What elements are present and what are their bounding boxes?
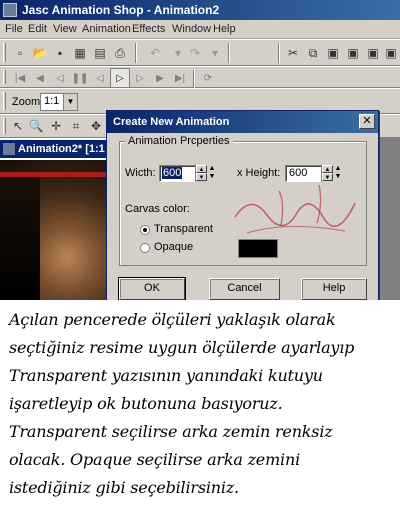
playback-toolbar: |◀ ◀ ◁ ❚❚ ◁ ▷ ▷ ▶ ▶| ⟳ [0, 66, 400, 90]
ok-button[interactable]: OK [118, 277, 186, 301]
opaque-label[interactable]: Opaque [154, 241, 193, 253]
open-icon[interactable]: 📂 [30, 43, 50, 63]
play-back-icon[interactable]: ◁ [90, 68, 110, 88]
toolbar-grip[interactable] [3, 118, 6, 134]
zoom-select[interactable]: 1:1 ▼ [40, 93, 78, 111]
toolbar-grip[interactable] [3, 70, 6, 84]
step-back-icon[interactable]: ◁ [50, 68, 70, 88]
toolbar-separator [278, 43, 280, 63]
play-icon[interactable]: ▷ [110, 68, 130, 88]
pause-icon[interactable]: ❚❚ [70, 68, 90, 88]
move-icon[interactable]: ✥ [86, 116, 106, 136]
menu-view[interactable]: View [53, 23, 77, 35]
create-new-animation-dialog: Create New Animation ✕ Animation Prcpert… [106, 110, 379, 305]
dialog-title-bar[interactable]: Create New Animation ✕ [107, 111, 378, 133]
toolbar-separator [228, 43, 230, 63]
document-icon [3, 143, 15, 155]
signature-watermark [234, 184, 356, 234]
close-button[interactable]: ✕ [359, 114, 375, 129]
zoom-icon[interactable]: 🔍 [26, 116, 46, 136]
document-canvas[interactable] [0, 160, 122, 300]
crop-icon[interactable]: ⌗ [66, 116, 86, 136]
mover-icon[interactable]: ✛ [46, 116, 66, 136]
copy-icon[interactable]: ⧉ [303, 43, 323, 63]
step-forward-icon[interactable]: ▷ [130, 68, 150, 88]
paste-before-icon[interactable]: ▣ [381, 43, 400, 63]
menu-window[interactable]: Window [172, 23, 211, 35]
caption-line: seçtiğiniz resime uygun ölçülerde ayarla… [9, 338, 355, 357]
prev-frame-icon[interactable]: ◀ [30, 68, 50, 88]
transparent-label[interactable]: Transparent [154, 223, 213, 235]
zoom-value: 1:1 [44, 95, 60, 107]
zoom-label: Zoom: [12, 96, 44, 108]
group-label: Animation Prcperties [125, 135, 233, 147]
toolbar-separator [193, 70, 195, 90]
app-title-bar: Jasc Animation Shop - Animation2 [0, 0, 400, 20]
dialog-title: Create New Animation [113, 116, 230, 128]
undo-icon[interactable]: ↶ [145, 43, 165, 63]
document-window[interactable]: Animation2* [1:1 [0, 138, 122, 300]
frames-icon[interactable]: ▤ [90, 43, 110, 63]
toolbar-grip[interactable] [3, 92, 6, 110]
menu-bar: File Edit View Animation Effects Window … [0, 20, 400, 39]
menu-edit[interactable]: Edit [28, 23, 47, 35]
paste-icon[interactable]: ▣ [323, 43, 343, 63]
paste-into-icon[interactable]: ▣ [363, 43, 383, 63]
help-button[interactable]: Help [301, 278, 367, 300]
caption-line: işaretleyip ok butonuna basıyoruz. [9, 394, 283, 413]
chevron-down-icon[interactable]: ▾ [205, 43, 225, 63]
paste-as-frames-icon[interactable]: ▣ [343, 43, 363, 63]
save-icon[interactable]: ▪ [50, 43, 70, 63]
width-value: 600 [162, 167, 183, 179]
menu-animation[interactable]: Animation [82, 23, 131, 35]
tutorial-caption: Açılan pencerede ölçüleri yaklaşık olara… [0, 300, 400, 515]
menu-file[interactable]: File [5, 23, 23, 35]
last-frame-icon[interactable]: ▶| [170, 68, 190, 88]
cancel-button[interactable]: Cancel [209, 278, 280, 300]
caption-line: Transparent yazısının yanındaki kutuyu [9, 366, 323, 385]
chevron-down-icon[interactable]: ▼ [63, 94, 77, 110]
caption-line: Transparent seçilirse arka zemin renksiz [9, 422, 333, 441]
transparent-radio[interactable] [140, 225, 150, 235]
print-icon[interactable]: ⎙ [110, 43, 130, 63]
new-icon[interactable]: ▫ [10, 43, 30, 63]
first-frame-icon[interactable]: |◀ [10, 68, 30, 88]
width-label: Wicth: [125, 167, 156, 179]
caption-line: istediğiniz gibi seçebilirsiniz. [9, 478, 239, 497]
toolbar-grip[interactable] [3, 43, 6, 62]
width-field[interactable]: 600 ▲ ▼ [159, 165, 207, 182]
width-percent-spinner[interactable]: ▲ ▼ [207, 165, 217, 182]
main-toolbar: ▫ 📂 ▪ ▦ ▤ ⎙ ↶ ▾ ↷ ▾ ✂ ⧉ ▣ ▣ ▣ ▣ [0, 39, 400, 66]
loop-icon[interactable]: ⟳ [198, 68, 218, 88]
toolbar-separator [135, 43, 137, 63]
opaque-radio[interactable] [140, 243, 150, 253]
document-title: Animation2* [1:1 [18, 143, 105, 155]
next-frame-icon[interactable]: ▶ [150, 68, 170, 88]
canvas-image-region [0, 177, 40, 300]
canvas-color-label: Carvas color: [125, 203, 190, 215]
film-icon[interactable]: ▦ [70, 43, 90, 63]
document-title-bar[interactable]: Animation2* [1:1 [0, 140, 122, 158]
app-title: Jasc Animation Shop - Animation2 [22, 3, 220, 17]
width-spinner[interactable]: ▲ ▼ [195, 165, 207, 182]
caption-line: Açılan pencerede ölçüleri yaklaşık olara… [9, 310, 336, 329]
menu-effects[interactable]: Effects [132, 23, 165, 35]
app-icon [3, 3, 17, 17]
caption-line: olacak. Opaque seçilirse arka zemini [9, 450, 300, 469]
redo-icon[interactable]: ↷ [185, 43, 205, 63]
arrow-pointer-icon[interactable]: ↖ [8, 116, 28, 136]
cut-icon[interactable]: ✂ [283, 43, 303, 63]
menu-help[interactable]: Help [213, 23, 236, 35]
